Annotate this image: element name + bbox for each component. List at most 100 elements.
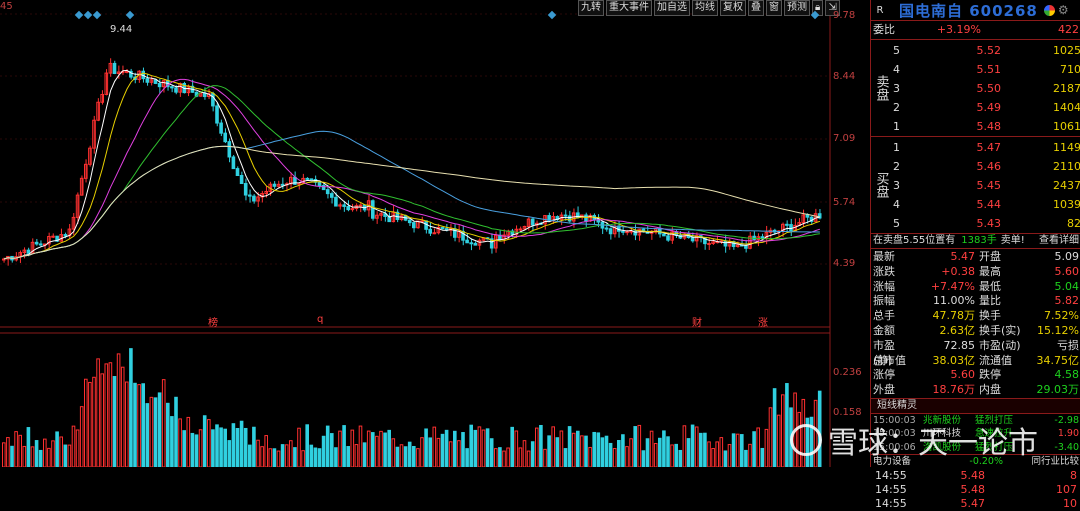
quote-key: 市盈(静) [873,338,895,367]
pie-chart-icon[interactable] [1043,4,1055,16]
volume-bar [535,427,539,467]
signal-section-title[interactable]: 短线精灵 [871,397,1080,414]
volume-bar [67,444,72,467]
volume-bar [502,450,506,467]
kline-chart[interactable] [0,0,870,467]
candle-body [563,214,568,217]
order-price: 5.45 [976,179,1002,192]
quote-key: 涨幅 [873,279,895,293]
volume-bar [641,450,646,467]
gear-icon[interactable]: ⚙ [1058,3,1069,17]
candle-body [235,168,240,176]
tb-overlay-button[interactable]: 叠 [748,0,764,16]
candle-body [252,195,256,202]
volume-bar [625,446,629,467]
candle-body [412,222,416,229]
volume-bar [231,423,236,467]
tb-adjust-button[interactable]: 复权 [720,0,746,16]
kline-chart-area[interactable]: 45 9.44 九转 重大事件 加自选 均线 复权 叠 窗 预测 🔒︎ ⇲ 9.… [0,0,870,467]
volume-bar [149,396,154,467]
volume-bar [645,438,650,467]
candle-body [325,189,330,195]
volume-bar [346,446,350,467]
volume-bar [260,446,264,467]
sell-row[interactable]: 2 5.49 1404 [871,98,1080,117]
buy-row[interactable]: 2 5.46 2110 [871,157,1080,176]
volume-bar [301,450,305,467]
volume-bar [690,424,695,467]
quote-row: 涨幅 +7.47% 最低 5.04 [871,280,1080,295]
quote-key-2: 开盘 [979,250,1001,263]
volume-bar [735,433,740,467]
volume-bar [182,430,186,467]
sell-orders: 卖盘 5 5.52 1025 4 5.51 710 3 5.50 2187 2 5.49 1404 1 5… [871,40,1080,137]
order-price: 5.49 [976,101,1002,114]
buy-row[interactable]: 1 5.47 1149 [871,138,1080,157]
tb-window-button[interactable]: 窗 [766,0,782,16]
buy-row[interactable]: 4 5.44 1039 [871,195,1080,214]
candle-body [248,194,252,197]
buy-row[interactable]: 3 5.45 2437 [871,176,1080,195]
volume-bar [432,426,437,467]
volume-bar [674,443,679,467]
order-level: 3 [893,179,900,192]
event-marker-1[interactable]: 榜 [208,314,218,329]
weibi-row: 委比 +3.19% 422 [871,21,1080,40]
y-tick-4: 5.74 [833,197,856,208]
volume-bar [34,440,39,467]
candle-body [407,219,412,224]
volume-bar [440,433,445,467]
tb-jiuzhuan-button[interactable]: 九转 [578,0,604,16]
buy-row[interactable]: 5 5.43 82 [871,214,1080,233]
volume-bar [592,431,597,467]
volume-bar [530,441,535,467]
quote-key: 总市值 [873,353,906,367]
volume-bar [194,434,199,467]
volume-bar [178,418,182,467]
sell-row[interactable]: 1 5.48 1061 [871,117,1080,136]
volume-bar [170,416,174,467]
event-marker-3[interactable]: 财 [692,314,702,329]
view-detail-link[interactable]: 查看详细 [1039,234,1079,248]
volume-bar [629,438,633,467]
y-tick-2: 8.44 [833,71,856,82]
volume-bar [153,397,158,467]
event-marker-2[interactable]: q [317,314,323,325]
watermark: 雪球：天一论市 [790,418,1038,462]
volume-bar [436,437,441,467]
volume-bar [264,435,268,467]
sell-row[interactable]: 3 5.50 2187 [871,79,1080,98]
volume-bar [494,448,498,467]
volume-bar [75,429,80,467]
sell-row[interactable]: 5 5.52 1025 [871,41,1080,60]
tb-add-watchlist-button[interactable]: 加自选 [654,0,690,16]
quote-value-2: 4.58 [1054,368,1080,382]
tb-major-events-button[interactable]: 重大事件 [606,0,652,16]
event-marker-4[interactable]: 涨 [758,314,768,329]
volume-bar [354,444,359,467]
candle-body [346,205,350,211]
volume-bar [686,438,691,467]
quote-key-2: 流通值 [979,353,1012,367]
volume-bar [157,392,162,467]
quote-row: 振幅 11.00% 量比 5.82 [871,294,1080,309]
volume-bar [112,376,117,467]
quote-key: 涨停 [873,368,895,382]
volume-bar [764,428,769,467]
volume-bar [420,437,424,467]
volume-bar [293,447,297,467]
tb-forecast-button[interactable]: 预测 [784,0,810,16]
candle-body [231,156,236,170]
stock-title[interactable]: 国电南自 600268 [899,0,1038,21]
quote-value: 72.85 [943,338,976,352]
volume-bar [391,438,396,467]
tb-ma-button[interactable]: 均线 [692,0,718,16]
volume-bar [768,407,773,467]
sell-row[interactable]: 4 5.51 710 [871,60,1080,79]
volume-bar [731,433,736,467]
order-volume: 2187 [1053,82,1080,95]
candle-body [157,82,162,88]
volume-bar [239,420,244,467]
volume-bar [518,447,523,467]
volume-bar [510,426,514,467]
